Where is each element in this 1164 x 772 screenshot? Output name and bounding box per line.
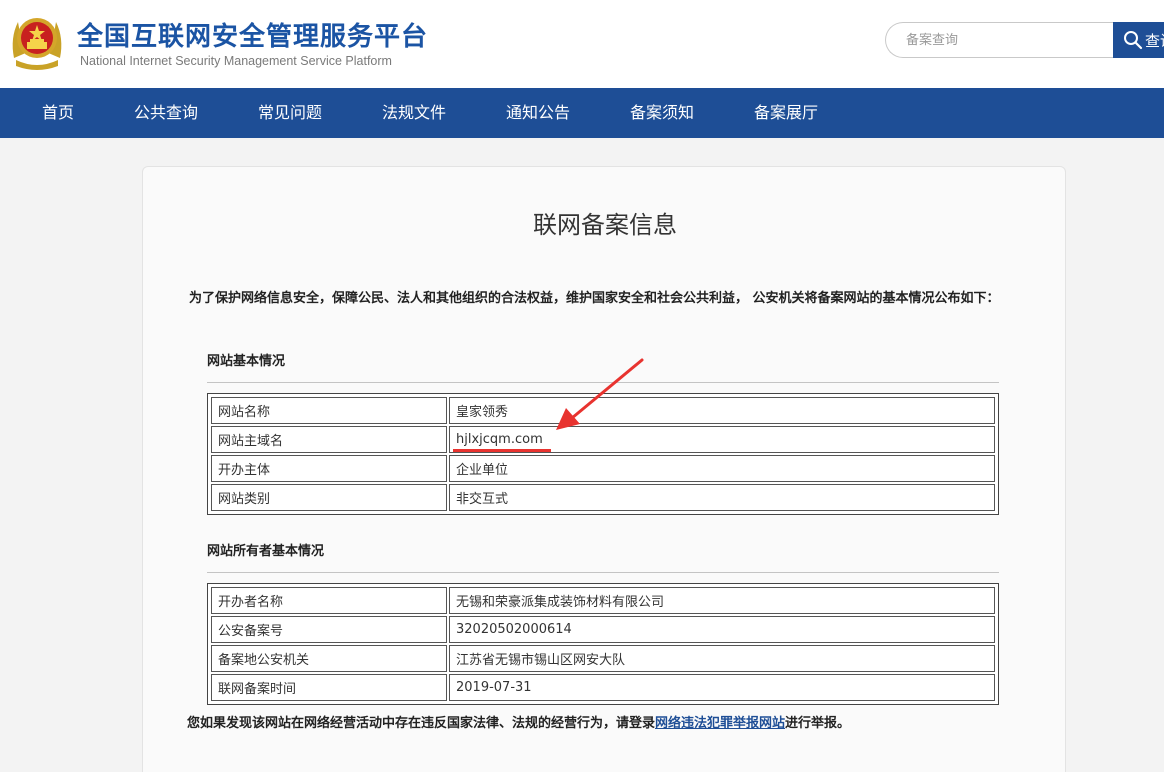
row-value: 非交互式 bbox=[449, 484, 995, 511]
table-row: 网站主域名 hjlxjcqm.com bbox=[211, 426, 995, 453]
table-row: 开办主体 企业单位 bbox=[211, 455, 995, 482]
table-row: 联网备案时间 2019-07-31 bbox=[211, 674, 995, 701]
nav-item-home[interactable]: 首页 bbox=[42, 88, 74, 138]
nav-item-faq[interactable]: 常见问题 bbox=[258, 88, 322, 138]
filing-info-card: 联网备案信息 为了保护网络信息安全，保障公民、法人和其他组织的合法权益，维护国家… bbox=[142, 166, 1066, 772]
site-title: 全国互联网安全管理服务平台 bbox=[77, 22, 429, 52]
nav-item-public-query[interactable]: 公共查询 bbox=[134, 88, 198, 138]
nav-item-notices[interactable]: 通知公告 bbox=[506, 88, 570, 138]
table-row: 公安备案号 32020502000614 bbox=[211, 616, 995, 643]
row-label: 网站名称 bbox=[211, 397, 447, 424]
row-value: 无锡和荣豪派集成装饰材料有限公司 bbox=[449, 587, 995, 614]
owner-info-table: 开办者名称 无锡和荣豪派集成装饰材料有限公司 公安备案号 32020502000… bbox=[207, 583, 999, 705]
row-value: 企业单位 bbox=[449, 455, 995, 482]
page-title: 联网备案信息 bbox=[533, 211, 677, 239]
table-row: 开办者名称 无锡和荣豪派集成装饰材料有限公司 bbox=[211, 587, 995, 614]
search-icon bbox=[1124, 31, 1143, 50]
row-value: 2019-07-31 bbox=[449, 674, 995, 701]
search-input[interactable] bbox=[885, 22, 1115, 58]
nav-item-regulations[interactable]: 法规文件 bbox=[382, 88, 446, 138]
row-value-domain: hjlxjcqm.com bbox=[449, 426, 995, 453]
table-row: 网站类别 非交互式 bbox=[211, 484, 995, 511]
main-nav: 首页 公共查询 常见问题 法规文件 通知公告 备案须知 备案展厅 bbox=[0, 88, 1164, 138]
row-label: 网站类别 bbox=[211, 484, 447, 511]
row-value: 32020502000614 bbox=[449, 616, 995, 643]
row-label: 开办主体 bbox=[211, 455, 447, 482]
row-label: 网站主域名 bbox=[211, 426, 447, 453]
row-label: 公安备案号 bbox=[211, 616, 447, 643]
header: 全国互联网安全管理服务平台 National Internet Security… bbox=[0, 0, 1164, 88]
nav-item-filing-hall[interactable]: 备案展厅 bbox=[754, 88, 818, 138]
row-value: 江苏省无锡市锡山区网安大队 bbox=[449, 645, 995, 672]
divider bbox=[207, 382, 999, 383]
report-link[interactable]: 网络违法犯罪举报网站 bbox=[655, 716, 785, 731]
report-note-text: 您如果发现该网站在网络经营活动中存在违反国家法律、法规的经营行为，请登录 bbox=[187, 716, 656, 731]
row-label: 开办者名称 bbox=[211, 587, 447, 614]
search-button[interactable]: 查询 bbox=[1113, 22, 1164, 58]
divider bbox=[207, 572, 999, 573]
site-info-table: 网站名称 皇家领秀 网站主域名 hjlxjcqm.com 开办主体 企业单位 网… bbox=[207, 393, 999, 515]
row-value: 皇家领秀 bbox=[449, 397, 995, 424]
owner-section-title: 网站所有者基本情况 bbox=[207, 544, 325, 559]
intro-text: 为了保护网络信息安全，保障公民、法人和其他组织的合法权益，维护国家安全和社会公共… bbox=[189, 291, 1000, 306]
report-note: 您如果发现该网站在网络经营活动中存在违反国家法律、法规的经营行为，请登录网络违法… bbox=[187, 712, 850, 731]
search-button-label: 查询 bbox=[1145, 31, 1164, 50]
nav-item-filing-guide[interactable]: 备案须知 bbox=[630, 88, 694, 138]
site-section-title: 网站基本情况 bbox=[207, 354, 286, 369]
table-row: 网站名称 皇家领秀 bbox=[211, 397, 995, 424]
police-emblem-icon bbox=[12, 18, 62, 70]
row-label: 联网备案时间 bbox=[211, 674, 447, 701]
row-label: 备案地公安机关 bbox=[211, 645, 447, 672]
report-note-suffix: 进行举报。 bbox=[785, 716, 851, 731]
table-row: 备案地公安机关 江苏省无锡市锡山区网安大队 bbox=[211, 645, 995, 672]
site-subtitle: National Internet Security Management Se… bbox=[80, 54, 392, 68]
